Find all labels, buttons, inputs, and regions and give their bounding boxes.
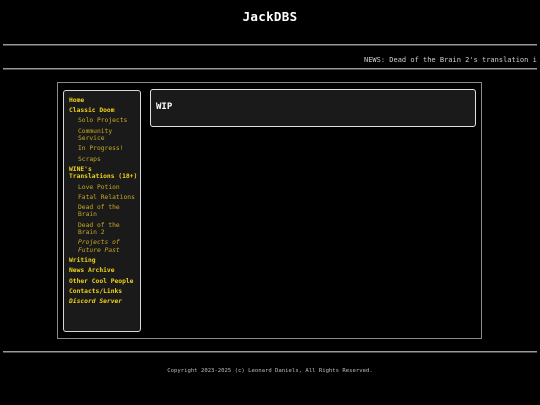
nav-dead-of-the-brain-2[interactable]: Dead of the Brain 2 (69, 222, 140, 237)
news-ticker-text: NEWS: Dead of the Brain 2's translation … (364, 56, 537, 64)
nav-love-potion[interactable]: Love Potion (69, 184, 140, 192)
nav-solo-projects[interactable]: Solo Projects (69, 117, 140, 125)
nav-dead-of-the-brain[interactable]: Dead of the Brain (69, 204, 140, 219)
nav-discord-server[interactable]: Discord Server (69, 298, 140, 306)
nav-other-cool-people[interactable]: Other Cool People (69, 278, 140, 286)
site-title: JackDBS (242, 9, 298, 24)
nav-scraps[interactable]: Scraps (69, 156, 140, 164)
header-divider-top (3, 44, 537, 46)
nav-contacts-links[interactable]: Contacts/Links (69, 288, 140, 296)
content-heading: WIP (156, 102, 173, 112)
nav-fatal-relations[interactable]: Fatal Relations (69, 194, 140, 202)
nav-classic-doom[interactable]: Classic Doom (69, 107, 140, 115)
content-panel: WIP (150, 89, 476, 127)
footer-copyright: Copyright 2023-2025 (c) Leonard Daniels,… (167, 368, 373, 374)
news-ticker: NEWS: Dead of the Brain 2's translation … (3, 55, 537, 67)
nav-news-archive[interactable]: News Archive (69, 267, 140, 275)
header-divider-bottom (3, 68, 537, 70)
nav-community-service[interactable]: Community Service (69, 128, 140, 143)
nav-home[interactable]: Home (69, 97, 140, 105)
sidebar-nav: Home Classic Doom Solo Projects Communit… (63, 90, 141, 332)
footer-divider (3, 351, 537, 353)
nav-writing[interactable]: Writing (69, 257, 140, 265)
nav-translations[interactable]: WINE's Translations (18+) (69, 166, 140, 181)
nav-projects-future-past[interactable]: Projects of Future Past (69, 239, 140, 254)
nav-in-progress[interactable]: In Progress! (69, 145, 140, 153)
